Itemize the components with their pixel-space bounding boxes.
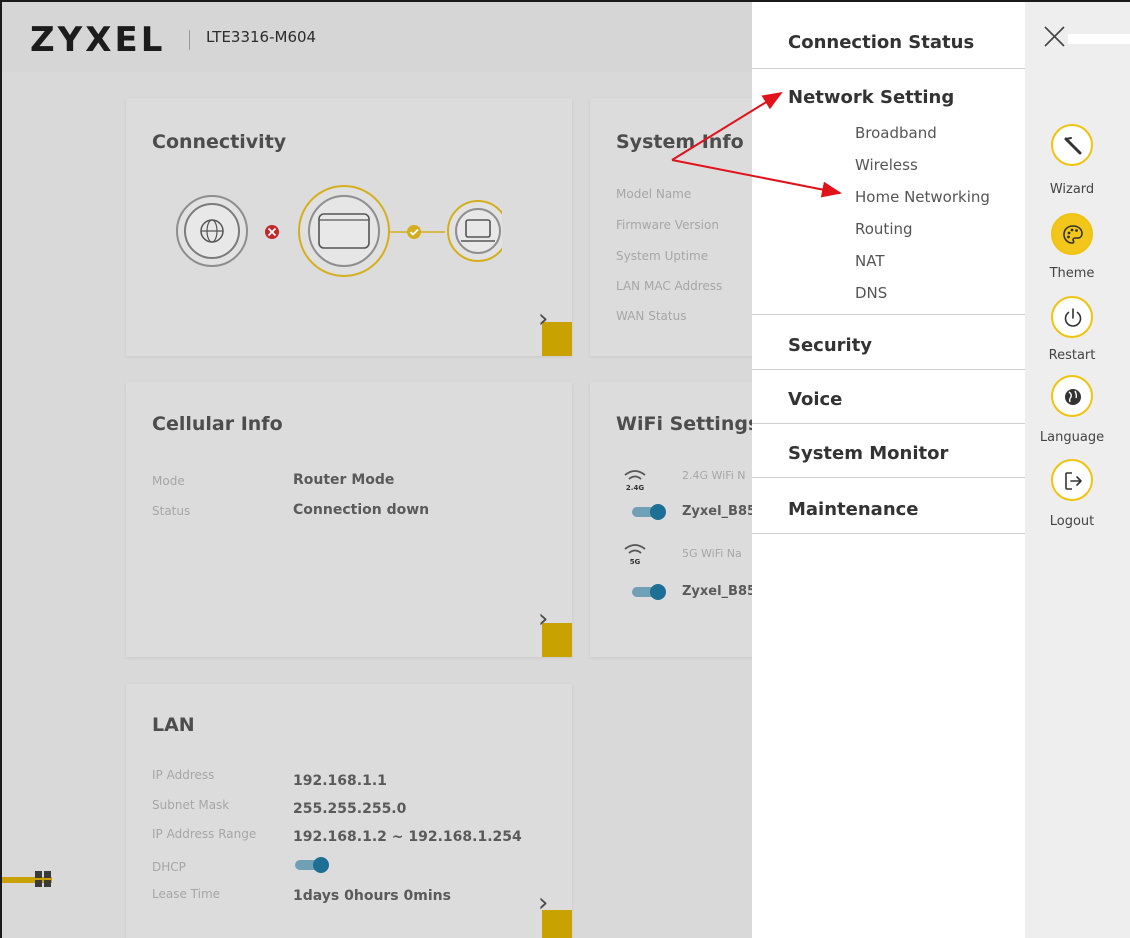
- menu-divider: [752, 533, 1025, 534]
- logout-button[interactable]: [1051, 459, 1093, 501]
- logout-icon: [1065, 472, 1082, 490]
- menu-divider: [752, 423, 1025, 424]
- menu-item-nat[interactable]: NAT: [855, 252, 884, 270]
- laptop-icon: [447, 200, 502, 262]
- menu-item-routing[interactable]: Routing: [855, 220, 913, 238]
- lan-label: IP Address Range: [152, 827, 257, 841]
- wifi-5g-icon: 5G: [624, 544, 646, 566]
- menu-system-monitor[interactable]: System Monitor: [788, 443, 948, 464]
- lan-value: 192.168.1.2 ~ 192.168.1.254: [293, 829, 522, 845]
- wifi-24g-badge: 2.4G: [626, 484, 644, 492]
- theme-button[interactable]: [1051, 213, 1093, 255]
- menu-item-wireless[interactable]: Wireless: [855, 156, 918, 174]
- system-info-label: System Uptime: [616, 249, 709, 263]
- wifi-24g-ssid: Zyxel_B85: [682, 504, 752, 519]
- menu-item-home-networking[interactable]: Home Networking: [855, 188, 990, 206]
- dhcp-toggle[interactable]: [295, 857, 329, 873]
- power-icon: [1064, 308, 1082, 327]
- brand-logo: ZYXEL: [30, 20, 166, 60]
- chevron-right-icon[interactable]: ›: [538, 604, 548, 634]
- system-info-card[interactable]: System Info Model Name Firmware Version …: [590, 98, 752, 356]
- lan-value: 192.168.1.1: [293, 773, 387, 789]
- cellular-mode-value: Router Mode: [293, 472, 395, 488]
- restart-label: Restart: [1048, 348, 1096, 363]
- cellular-status-value: Connection down: [293, 502, 430, 518]
- system-info-label: WAN Status: [616, 309, 687, 323]
- system-info-label: Firmware Version: [616, 218, 719, 232]
- wifi-5g-ssid: Zyxel_B85: [682, 584, 752, 599]
- menu-divider: [752, 369, 1025, 370]
- wifi-band-label: 5G WiFi Na: [682, 547, 742, 560]
- wand-icon: [1064, 137, 1082, 155]
- device-model: LTE3316-M604: [206, 28, 317, 46]
- menu-maintenance[interactable]: Maintenance: [788, 499, 919, 520]
- menu-item-dns[interactable]: DNS: [855, 284, 887, 302]
- dashboard-background: ZYXEL LTE3316-M604 Connectivity › System…: [2, 2, 752, 938]
- lan-label: IP Address: [152, 768, 215, 782]
- lan-card[interactable]: LAN IP Address 192.168.1.1 Subnet Mask 2…: [126, 684, 572, 938]
- system-info-label: Model Name: [616, 187, 692, 201]
- navigation-menu: Connection Status Network Setting Broadb…: [752, 2, 1025, 938]
- globe-icon: [1065, 389, 1081, 405]
- wifi-band-label: 2.4G WiFi N: [682, 469, 746, 482]
- action-rail: Wizard Theme Restart Language Logout: [1025, 2, 1130, 938]
- menu-divider: [752, 477, 1025, 478]
- wizard-button[interactable]: [1051, 124, 1093, 166]
- rail-top-strip: [1068, 34, 1130, 44]
- menu-item-broadband[interactable]: Broadband: [855, 124, 937, 142]
- menu-connection-status[interactable]: Connection Status: [788, 32, 974, 53]
- globe-icon: [176, 195, 248, 267]
- language-label: Language: [1039, 430, 1105, 445]
- lan-label: DHCP: [152, 860, 186, 874]
- screen: ZYXEL LTE3316-M604 Connectivity › System…: [0, 0, 1130, 938]
- frame-border: [0, 0, 1130, 2]
- wifi-24g-icon: 2.4G: [624, 470, 646, 492]
- chevron-right-icon[interactable]: ›: [538, 304, 548, 334]
- chevron-right-icon[interactable]: ›: [538, 888, 548, 918]
- cellular-info-card[interactable]: Cellular Info Mode Router Mode Status Co…: [126, 382, 572, 657]
- cellular-mode-label: Mode: [152, 474, 185, 488]
- grid-icon: [35, 871, 51, 887]
- header-divider: [189, 30, 190, 50]
- disconnected-x-icon: [265, 225, 279, 239]
- lan-label: Lease Time: [152, 887, 221, 901]
- logout-label: Logout: [1049, 514, 1095, 529]
- system-info-label: LAN MAC Address: [616, 279, 723, 293]
- card-title: Cellular Info: [152, 413, 283, 435]
- app-grid-button[interactable]: [2, 867, 52, 891]
- wifi-24g-toggle[interactable]: [632, 504, 666, 520]
- lan-label: Subnet Mask: [152, 798, 230, 812]
- card-title: System Info: [616, 131, 744, 153]
- menu-voice[interactable]: Voice: [788, 389, 842, 410]
- lan-value: 255.255.255.0: [293, 801, 407, 817]
- close-icon[interactable]: [1040, 22, 1070, 52]
- cellular-status-label: Status: [152, 504, 191, 518]
- menu-network-setting[interactable]: Network Setting: [788, 87, 954, 108]
- menu-divider: [752, 314, 1025, 315]
- menu-divider: [752, 68, 1025, 69]
- lan-value: 1days 0hours 0mins: [293, 888, 451, 904]
- wifi-settings-card[interactable]: WiFi Settings 2.4G 2.4G WiFi N Zyxel_B85…: [590, 382, 752, 657]
- router-icon: [298, 185, 390, 277]
- connected-check-icon: [407, 225, 421, 239]
- card-title: WiFi Settings: [616, 413, 752, 435]
- wizard-label: Wizard: [1049, 182, 1095, 197]
- language-button[interactable]: [1051, 375, 1093, 417]
- connectivity-diagram: [176, 185, 502, 277]
- card-title: LAN: [152, 714, 195, 736]
- restart-button[interactable]: [1051, 296, 1093, 338]
- connectivity-card[interactable]: Connectivity ›: [126, 98, 572, 356]
- wifi-5g-badge: 5G: [630, 558, 641, 566]
- menu-security[interactable]: Security: [788, 335, 872, 356]
- palette-icon: [1063, 225, 1083, 244]
- card-title: Connectivity: [152, 131, 287, 153]
- theme-label: Theme: [1049, 266, 1095, 281]
- frame-border: [0, 0, 2, 938]
- dashboard-header: ZYXEL LTE3316-M604: [2, 2, 752, 72]
- wifi-5g-toggle[interactable]: [632, 584, 666, 600]
